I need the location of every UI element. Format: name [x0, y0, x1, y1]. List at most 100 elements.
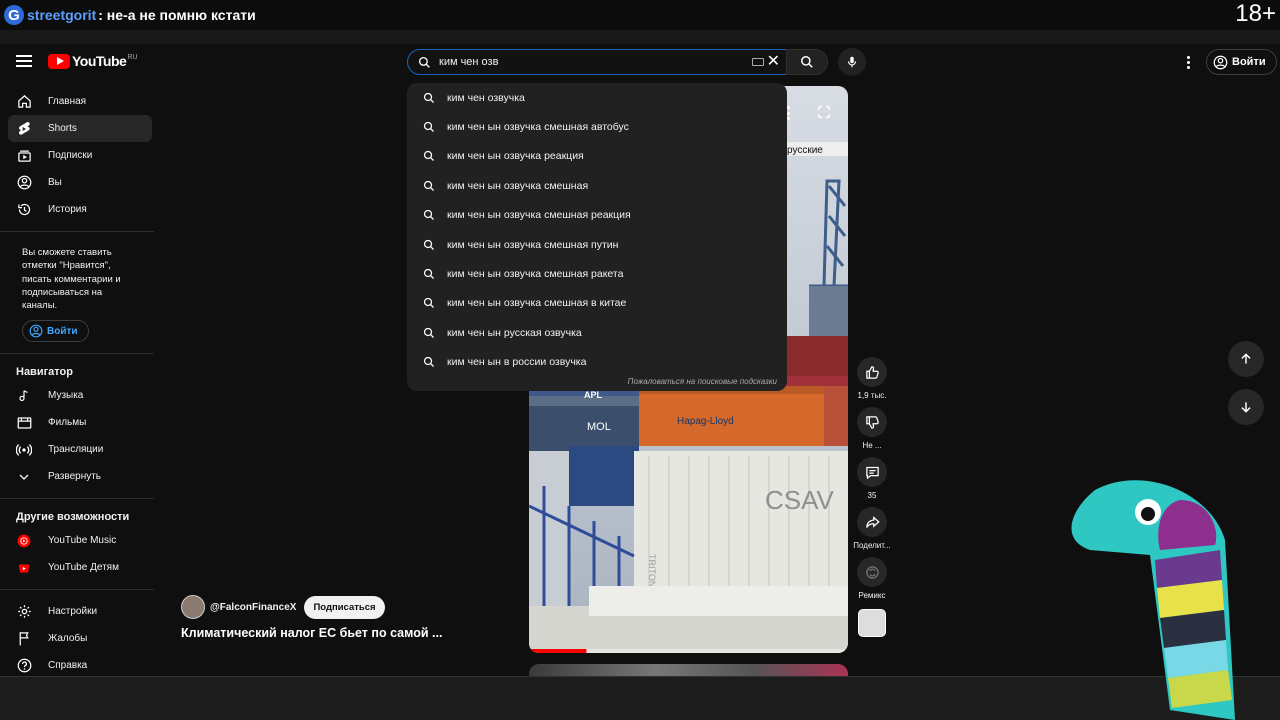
microphone-icon: [847, 56, 857, 68]
sidebar-item-expand[interactable]: Развернуть: [8, 463, 152, 490]
sidebar-item-shorts[interactable]: Shorts: [8, 115, 152, 142]
sidebar-item-you[interactable]: Вы: [8, 169, 152, 196]
clear-search-button[interactable]: ✕: [767, 53, 780, 71]
video-more-icon[interactable]: [787, 106, 791, 120]
navigator-heading: Навигатор: [16, 366, 73, 379]
search-icon: [801, 56, 813, 68]
guide-menu-button[interactable]: [14, 52, 34, 72]
report-suggestions-link[interactable]: Пожаловаться на поисковые подсказки: [628, 377, 777, 386]
container-label-triton: TRITON: [647, 554, 657, 587]
suggestion-text: ким чен озвучка: [447, 91, 525, 104]
movies-icon: [16, 415, 32, 431]
signin-button[interactable]: Войти: [1206, 49, 1277, 75]
suggestion-text: ким чен ын озвучка смешная в китае: [447, 297, 627, 310]
settings-icon: [16, 604, 32, 620]
account-icon: [1213, 55, 1228, 69]
search-icon: [423, 239, 434, 250]
dislike-button[interactable]: [857, 407, 887, 437]
stream-chat-bar: G streetgorit : не-а не помню кстати 18+: [0, 0, 1280, 30]
sidebar-divider: [0, 231, 154, 232]
sidebar-item-home[interactable]: Главная: [8, 88, 152, 115]
next-short-button[interactable]: [1228, 389, 1264, 425]
sidebar-item-settings[interactable]: Настройки: [8, 598, 152, 625]
fullscreen-icon[interactable]: [817, 105, 831, 124]
signin-label: Войти: [1232, 56, 1266, 68]
subscribe-button[interactable]: Подписаться: [304, 595, 385, 619]
avatar[interactable]: [181, 595, 205, 619]
sidebar-item-movies[interactable]: Фильмы: [8, 409, 152, 436]
shorts-icon: [16, 121, 32, 137]
suggestion-item[interactable]: ким чен ын озвучка смешная в китае: [407, 289, 787, 318]
channel-name[interactable]: @FalconFinanceX: [210, 602, 296, 613]
youtube-kids-icon: [16, 560, 32, 576]
search-icon: [423, 151, 434, 162]
sock-puppet-mascot: [1071, 480, 1235, 720]
sidebar-item-youtube-kids[interactable]: YouTube Детям: [8, 554, 152, 581]
like-button[interactable]: [857, 357, 887, 387]
sidebar-signin-button[interactable]: Войти: [22, 320, 89, 343]
suggestion-item[interactable]: ким чен ын озвучка смешная автобус: [407, 112, 787, 141]
suggestion-item[interactable]: ким чен ын озвучка смешная: [407, 171, 787, 200]
suggestion-item[interactable]: ким чен ын русская озвучка: [407, 318, 787, 347]
sidebar-item-label: Главная: [48, 96, 87, 107]
suggestion-item[interactable]: ким чен ын озвучка смешная реакция: [407, 201, 787, 230]
video-title[interactable]: Климатический налог ЕС бьет по самой ...: [181, 626, 451, 640]
arrow-up-icon: [1241, 353, 1251, 364]
suggestion-text: ким чен ын озвучка смешная автобус: [447, 121, 629, 134]
sidebar-divider: [0, 589, 154, 591]
suggestion-text: ким чен ын русская озвучка: [447, 326, 582, 339]
sound-thumbnail[interactable]: [858, 609, 886, 637]
sidebar-item-label: Вы: [48, 177, 62, 188]
youtube-logo[interactable]: YouTube RU: [48, 53, 137, 69]
sidebar-item-subscriptions[interactable]: Подписки: [8, 142, 152, 169]
suggestion-item[interactable]: ким чен озвучка: [407, 83, 787, 112]
help-icon: [16, 658, 32, 674]
search-icon: [423, 268, 434, 279]
sidebar-item-youtube-music[interactable]: YouTube Music: [8, 527, 152, 554]
youtube-play-icon: [48, 53, 70, 69]
progress-fill: [529, 649, 587, 653]
suggestion-item[interactable]: ким чен ын озвучка смешная путин: [407, 230, 787, 259]
logo-region: RU: [127, 53, 138, 61]
chat-message: : не-а не помню кстати: [98, 7, 256, 23]
remix-icon: [865, 565, 879, 579]
search-icon: [423, 357, 434, 368]
arrow-down-icon: [1241, 402, 1251, 413]
container-label-mol: MOL: [587, 421, 611, 433]
search-icon: [423, 327, 434, 338]
divider: [0, 30, 1280, 44]
search-icon: [423, 92, 434, 103]
suggestion-list: ким чен озвучка ким чен ын озвучка смешна…: [407, 83, 787, 377]
sidebar-item-label: YouTube Детям: [48, 562, 119, 574]
thumbs-down-icon: [865, 415, 879, 429]
search-input[interactable]: [439, 56, 739, 68]
voice-search-button[interactable]: [838, 48, 866, 76]
sidebar-item-live[interactable]: Трансляции: [8, 436, 152, 463]
sidebar-item-music[interactable]: Музыка: [8, 382, 152, 409]
sidebar-item-history[interactable]: История: [8, 196, 152, 223]
history-icon: [16, 202, 32, 218]
search-button[interactable]: [786, 49, 828, 75]
container-label-hapag: Hapag-Lloyd: [677, 416, 734, 427]
other-features-heading: Другие возможности: [16, 511, 130, 524]
search-box[interactable]: ✕: [407, 49, 787, 75]
suggestion-item[interactable]: ким чен ын озвучка смешная ракета: [407, 259, 787, 288]
live-icon: [16, 442, 32, 458]
suggestion-text: ким чен ын в россии озвучка: [447, 356, 587, 369]
music-icon: [16, 388, 32, 404]
sidebar-item-report[interactable]: Жалобы: [8, 625, 152, 652]
settings-more-button[interactable]: [1181, 53, 1195, 71]
keyboard-icon[interactable]: [752, 58, 764, 66]
comments-button[interactable]: [857, 457, 887, 487]
flag-icon: [16, 631, 32, 647]
share-button[interactable]: [857, 507, 887, 537]
search-icon: [423, 298, 434, 309]
search-icon: [423, 210, 434, 221]
sidebar-divider: [0, 353, 154, 355]
suggestion-item[interactable]: ким чен ын озвучка реакция: [407, 142, 787, 171]
remix-button[interactable]: [857, 557, 887, 587]
sidebar-item-label: Настройки: [48, 606, 98, 618]
previous-short-button[interactable]: [1228, 341, 1264, 377]
suggestion-item[interactable]: ким чен ын в россии озвучка: [407, 348, 787, 377]
stream-logo: G: [4, 5, 24, 25]
